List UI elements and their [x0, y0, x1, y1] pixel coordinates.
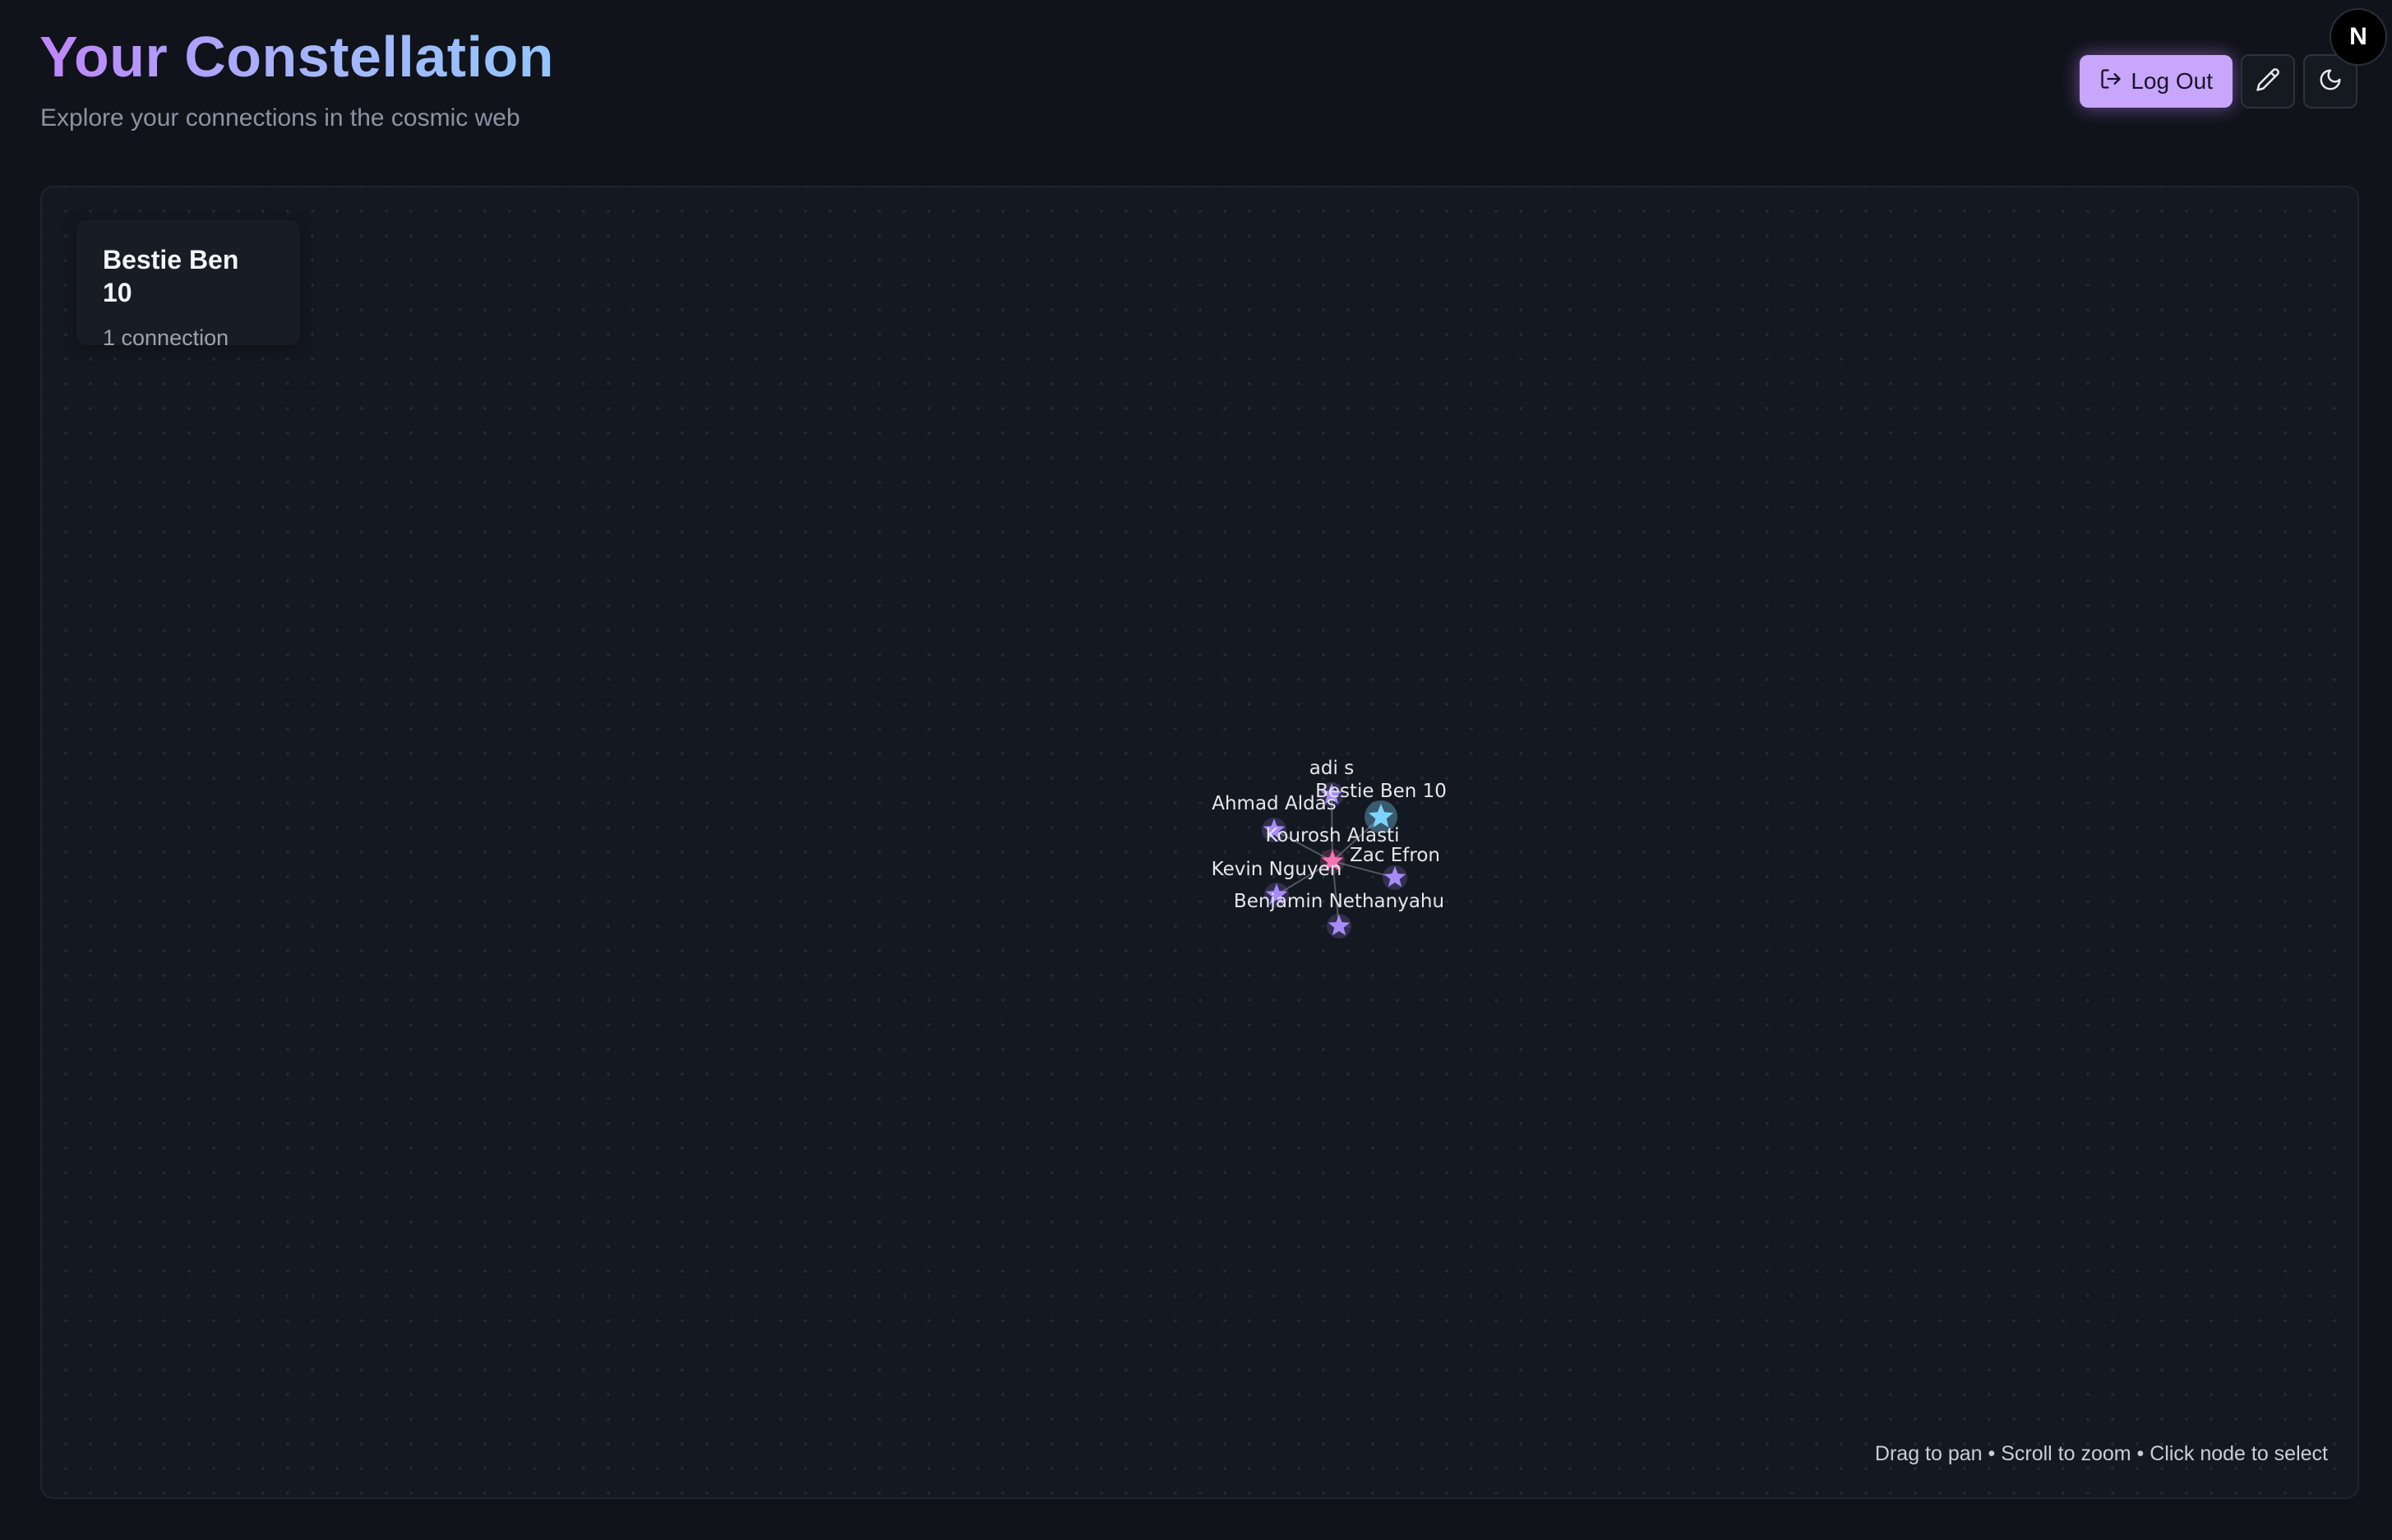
node-label: Ahmad Aldas [1212, 793, 1337, 814]
page-title: Your Constellation [39, 21, 554, 92]
logout-label: Log Out [2131, 68, 2213, 94]
moon-icon [2318, 67, 2343, 96]
constellation-canvas[interactable]: Bestie Ben 10 1 connection adi s Bestie B… [40, 186, 2359, 1499]
logout-button[interactable]: Log Out [2080, 55, 2233, 108]
node-label: Kourosh Alasti [1265, 825, 1399, 846]
canvas-hint: Drag to pan • Scroll to zoom • Click nod… [1874, 1442, 2328, 1465]
toolbar: Log Out [2080, 54, 2357, 108]
nodes-layer: adi sBestie Ben 10Ahmad AldasKourosh Ala… [1212, 758, 1447, 938]
constellation-graph[interactable]: adi sBestie Ben 10Ahmad AldasKourosh Ala… [42, 187, 2359, 1499]
n-badge-icon[interactable]: N [2330, 8, 2387, 66]
node-zac[interactable]: Zac Efron [1350, 845, 1440, 890]
node-label: adi s [1309, 758, 1354, 779]
pencil-icon [2256, 67, 2280, 96]
badge-letter: N [2349, 23, 2367, 50]
node-label: Benjamin Nethanyahu [1234, 891, 1444, 912]
node-benjamin[interactable]: Benjamin Nethanyahu [1234, 891, 1444, 938]
node-label: Kevin Nguyen [1212, 859, 1342, 880]
edit-button[interactable] [2241, 54, 2295, 108]
node-label: Zac Efron [1350, 845, 1440, 866]
log-out-icon [2099, 67, 2122, 96]
constellation-page: Your Constellation Explore your connecti… [0, 0, 2392, 1540]
page-subtitle: Explore your connections in the cosmic w… [40, 104, 520, 131]
